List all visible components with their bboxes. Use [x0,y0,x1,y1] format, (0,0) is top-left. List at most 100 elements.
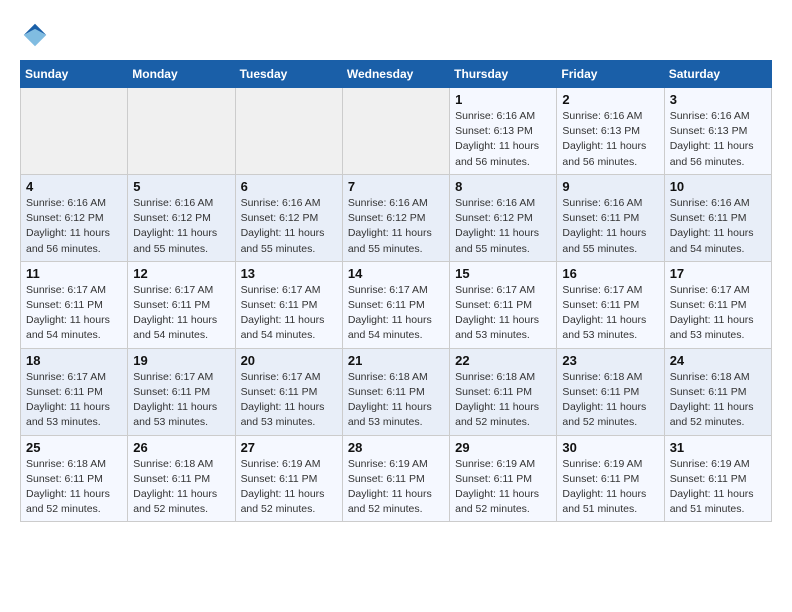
day-info: Sunrise: 6:19 AM Sunset: 6:11 PM Dayligh… [241,457,337,518]
day-cell: 23 Sunrise: 6:18 AM Sunset: 6:11 PM Dayli… [557,348,664,435]
day-info: Sunrise: 6:17 AM Sunset: 6:11 PM Dayligh… [455,283,551,344]
day-info: Sunrise: 6:17 AM Sunset: 6:11 PM Dayligh… [562,283,658,344]
day-cell: 24 Sunrise: 6:18 AM Sunset: 6:11 PM Dayli… [664,348,771,435]
day-number: 6 [241,179,337,194]
day-number: 26 [133,440,229,455]
day-number: 21 [348,353,444,368]
day-info: Sunrise: 6:16 AM Sunset: 6:12 PM Dayligh… [455,196,551,257]
col-header-sunday: Sunday [21,61,128,88]
day-info: Sunrise: 6:17 AM Sunset: 6:11 PM Dayligh… [670,283,766,344]
day-number: 1 [455,92,551,107]
day-number: 13 [241,266,337,281]
day-info: Sunrise: 6:16 AM Sunset: 6:13 PM Dayligh… [670,109,766,170]
day-cell: 13 Sunrise: 6:17 AM Sunset: 6:11 PM Dayli… [235,261,342,348]
day-info: Sunrise: 6:19 AM Sunset: 6:11 PM Dayligh… [348,457,444,518]
day-info: Sunrise: 6:18 AM Sunset: 6:11 PM Dayligh… [455,370,551,431]
day-number: 2 [562,92,658,107]
day-info: Sunrise: 6:16 AM Sunset: 6:11 PM Dayligh… [562,196,658,257]
day-number: 15 [455,266,551,281]
day-cell [128,88,235,175]
day-info: Sunrise: 6:16 AM Sunset: 6:13 PM Dayligh… [562,109,658,170]
day-info: Sunrise: 6:17 AM Sunset: 6:11 PM Dayligh… [26,370,122,431]
day-cell: 20 Sunrise: 6:17 AM Sunset: 6:11 PM Dayli… [235,348,342,435]
day-info: Sunrise: 6:19 AM Sunset: 6:11 PM Dayligh… [562,457,658,518]
day-number: 14 [348,266,444,281]
day-cell: 15 Sunrise: 6:17 AM Sunset: 6:11 PM Dayli… [450,261,557,348]
day-number: 23 [562,353,658,368]
day-cell: 25 Sunrise: 6:18 AM Sunset: 6:11 PM Dayli… [21,435,128,522]
day-cell: 29 Sunrise: 6:19 AM Sunset: 6:11 PM Dayli… [450,435,557,522]
day-cell: 14Sunrise: 6:17 AM Sunset: 6:11 PM Dayli… [342,261,449,348]
day-number: 4 [26,179,122,194]
col-header-friday: Friday [557,61,664,88]
day-info: Sunrise: 6:16 AM Sunset: 6:13 PM Dayligh… [455,109,551,170]
day-number: 5 [133,179,229,194]
day-info: Sunrise: 6:17 AM Sunset: 6:11 PM Dayligh… [241,370,337,431]
day-number: 3 [670,92,766,107]
calendar-table: SundayMondayTuesdayWednesdayThursdayFrid… [20,60,772,522]
day-number: 17 [670,266,766,281]
day-number: 18 [26,353,122,368]
day-cell: 16 Sunrise: 6:17 AM Sunset: 6:11 PM Dayli… [557,261,664,348]
day-number: 20 [241,353,337,368]
day-info: Sunrise: 6:19 AM Sunset: 6:11 PM Dayligh… [670,457,766,518]
day-number: 31 [670,440,766,455]
day-cell: 31 Sunrise: 6:19 AM Sunset: 6:11 PM Dayli… [664,435,771,522]
day-cell [342,88,449,175]
day-cell: 30 Sunrise: 6:19 AM Sunset: 6:11 PM Dayli… [557,435,664,522]
day-info: Sunrise: 6:16 AM Sunset: 6:12 PM Dayligh… [348,196,444,257]
day-info: Sunrise: 6:18 AM Sunset: 6:11 PM Dayligh… [26,457,122,518]
day-number: 7 [348,179,444,194]
day-number: 22 [455,353,551,368]
day-number: 25 [26,440,122,455]
day-number: 27 [241,440,337,455]
day-cell [235,88,342,175]
day-cell: 5 Sunrise: 6:16 AM Sunset: 6:12 PM Daylig… [128,174,235,261]
day-cell: 7 Sunrise: 6:16 AM Sunset: 6:12 PM Daylig… [342,174,449,261]
day-info: Sunrise: 6:17 AM Sunset: 6:11 PM Dayligh… [241,283,337,344]
day-info: Sunrise: 6:18 AM Sunset: 6:11 PM Dayligh… [562,370,658,431]
day-cell: 8Sunrise: 6:16 AM Sunset: 6:12 PM Daylig… [450,174,557,261]
day-info: Sunrise: 6:18 AM Sunset: 6:11 PM Dayligh… [670,370,766,431]
day-info: Sunrise: 6:18 AM Sunset: 6:11 PM Dayligh… [133,457,229,518]
day-number: 28 [348,440,444,455]
day-number: 10 [670,179,766,194]
day-number: 16 [562,266,658,281]
logo [20,20,56,50]
day-info: Sunrise: 6:16 AM Sunset: 6:12 PM Dayligh… [26,196,122,257]
day-number: 24 [670,353,766,368]
day-number: 29 [455,440,551,455]
day-info: Sunrise: 6:18 AM Sunset: 6:11 PM Dayligh… [348,370,444,431]
header-row: SundayMondayTuesdayWednesdayThursdayFrid… [21,61,772,88]
day-number: 12 [133,266,229,281]
week-row-4: 18 Sunrise: 6:17 AM Sunset: 6:11 PM Dayli… [21,348,772,435]
col-header-tuesday: Tuesday [235,61,342,88]
day-info: Sunrise: 6:17 AM Sunset: 6:11 PM Dayligh… [133,283,229,344]
day-cell: 19Sunrise: 6:17 AM Sunset: 6:11 PM Dayli… [128,348,235,435]
day-number: 30 [562,440,658,455]
day-cell: 18 Sunrise: 6:17 AM Sunset: 6:11 PM Dayli… [21,348,128,435]
day-number: 9 [562,179,658,194]
day-cell: 9 Sunrise: 6:16 AM Sunset: 6:11 PM Daylig… [557,174,664,261]
day-info: Sunrise: 6:19 AM Sunset: 6:11 PM Dayligh… [455,457,551,518]
day-info: Sunrise: 6:16 AM Sunset: 6:11 PM Dayligh… [670,196,766,257]
day-cell: 28 Sunrise: 6:19 AM Sunset: 6:11 PM Dayli… [342,435,449,522]
day-cell: 12 Sunrise: 6:17 AM Sunset: 6:11 PM Dayli… [128,261,235,348]
day-info: Sunrise: 6:17 AM Sunset: 6:11 PM Dayligh… [26,283,122,344]
day-cell: 21 Sunrise: 6:18 AM Sunset: 6:11 PM Dayli… [342,348,449,435]
day-info: Sunrise: 6:16 AM Sunset: 6:12 PM Dayligh… [241,196,337,257]
day-info: Sunrise: 6:16 AM Sunset: 6:12 PM Dayligh… [133,196,229,257]
day-cell [21,88,128,175]
day-cell: 4 Sunrise: 6:16 AM Sunset: 6:12 PM Daylig… [21,174,128,261]
col-header-saturday: Saturday [664,61,771,88]
col-header-monday: Monday [128,61,235,88]
week-row-5: 25 Sunrise: 6:18 AM Sunset: 6:11 PM Dayli… [21,435,772,522]
day-info: Sunrise: 6:17 AM Sunset: 6:11 PM Dayligh… [133,370,229,431]
day-cell: 27 Sunrise: 6:19 AM Sunset: 6:11 PM Dayli… [235,435,342,522]
day-cell: 11Sunrise: 6:17 AM Sunset: 6:11 PM Dayli… [21,261,128,348]
day-cell: 22 Sunrise: 6:18 AM Sunset: 6:11 PM Dayli… [450,348,557,435]
week-row-3: 11Sunrise: 6:17 AM Sunset: 6:11 PM Dayli… [21,261,772,348]
col-header-thursday: Thursday [450,61,557,88]
day-cell: 6 Sunrise: 6:16 AM Sunset: 6:12 PM Daylig… [235,174,342,261]
day-cell: 3 Sunrise: 6:16 AM Sunset: 6:13 PM Daylig… [664,88,771,175]
